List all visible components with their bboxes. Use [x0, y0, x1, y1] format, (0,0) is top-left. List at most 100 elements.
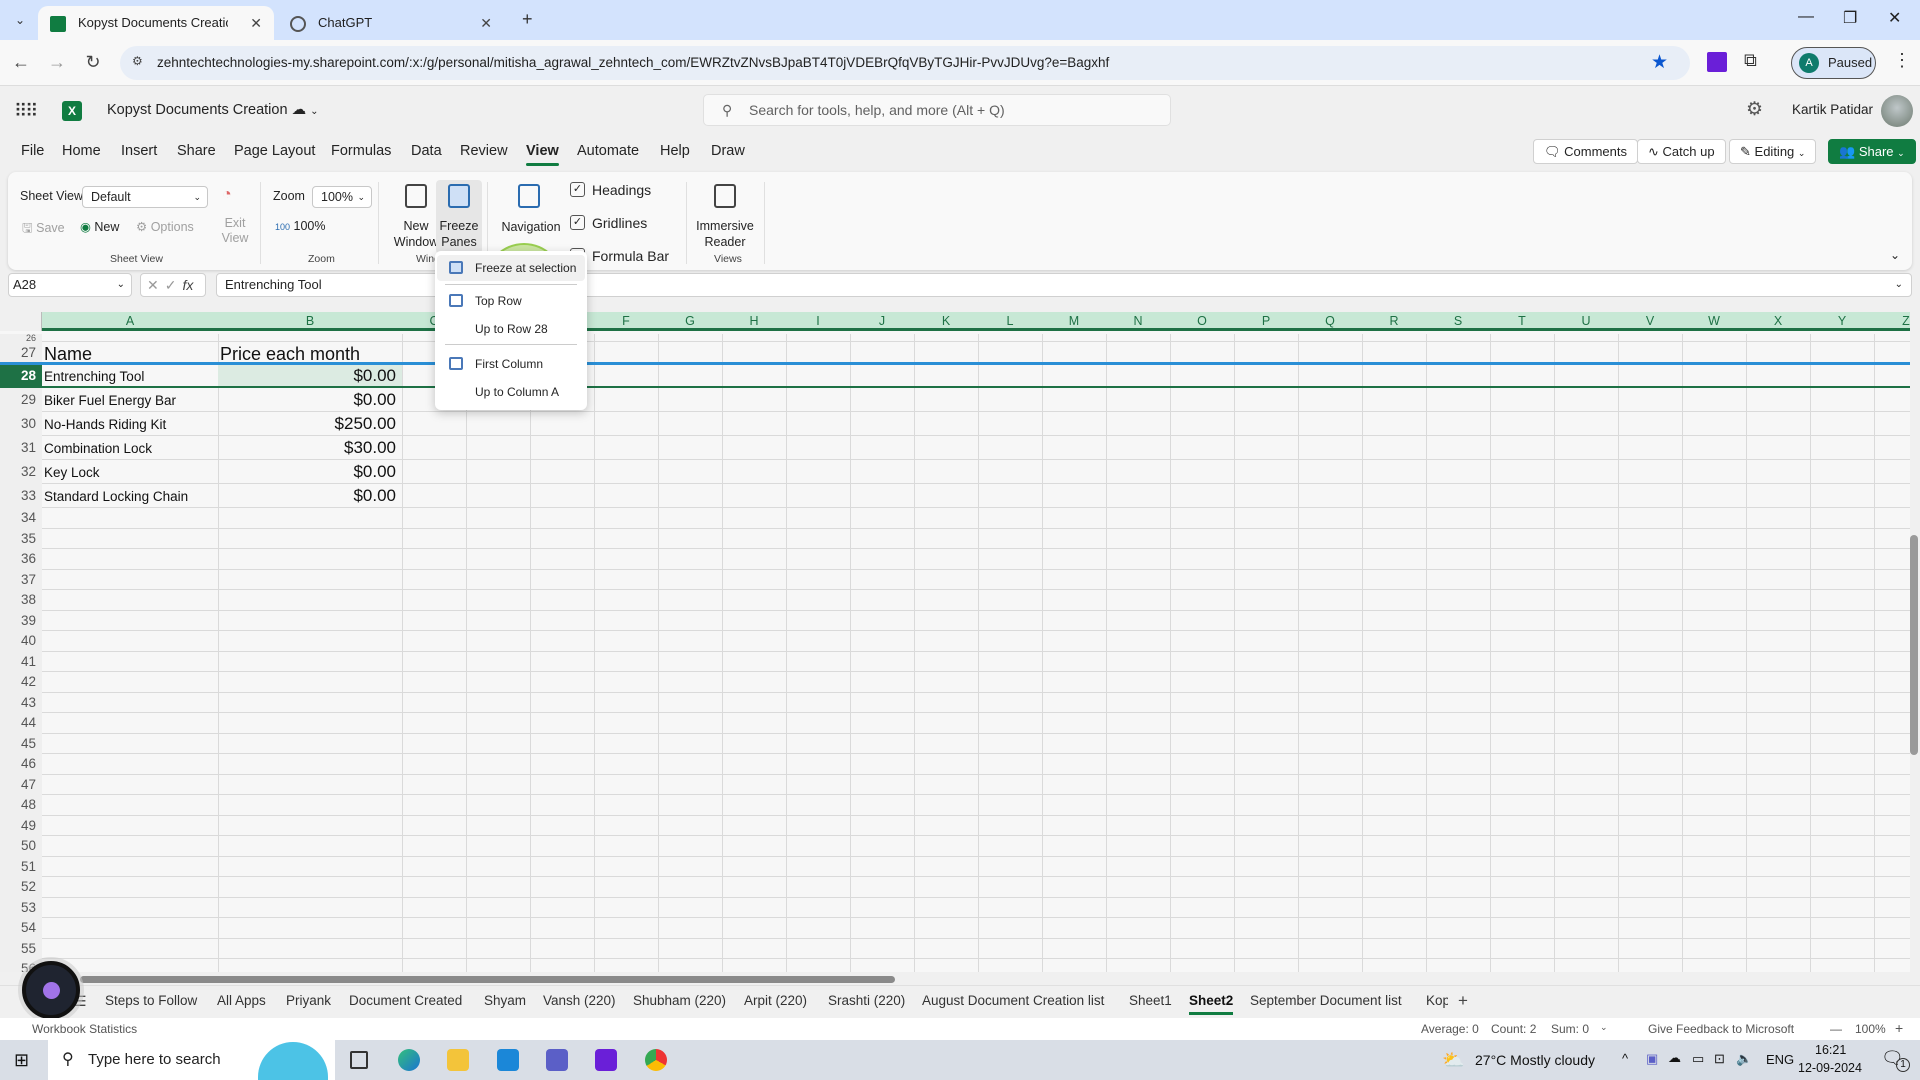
cell-price[interactable]: $0.00 [220, 462, 396, 482]
extension-icon[interactable] [1707, 52, 1727, 72]
row-header-30[interactable]: 30 [0, 412, 42, 436]
task-view-icon[interactable] [350, 1051, 368, 1069]
row-header-36[interactable]: 36 [0, 549, 42, 570]
gridlines-checkbox[interactable]: ✓ [570, 215, 585, 230]
cell-price[interactable]: $30.00 [220, 438, 396, 458]
file-explorer-icon[interactable] [447, 1049, 469, 1071]
app-launcher-icon[interactable]: ⠿⠿ [14, 101, 38, 122]
zoom-out-button[interactable]: — [1830, 1022, 1842, 1036]
taskbar-search-input[interactable]: ⚲ Type here to search [48, 1040, 335, 1080]
user-avatar[interactable] [1881, 95, 1913, 127]
sheet-tab[interactable]: Vansh (220) [543, 993, 616, 1008]
new-view-button[interactable]: ◉ New [80, 219, 119, 234]
sheet-tab[interactable]: Shubham (220) [633, 993, 726, 1008]
weather-text[interactable]: 27°C Mostly cloudy [1475, 1052, 1595, 1068]
cell-name[interactable]: Standard Locking Chain [44, 489, 188, 504]
document-title[interactable]: Kopyst Documents Creation ☁ ⌄ [107, 102, 318, 118]
column-header-f[interactable]: F [594, 314, 658, 328]
column-header-z[interactable]: Z [1874, 314, 1910, 328]
bookmark-star-icon[interactable]: ★ [1651, 51, 1668, 74]
row-header-42[interactable]: 42 [0, 672, 42, 693]
browser-tab-excel[interactable]: Kopyst Documents Creation.xlsx ✕ [38, 6, 274, 40]
sheet-tab[interactable]: Sheet1 [1129, 993, 1172, 1008]
meet-now-icon[interactable]: ▭ [1692, 1051, 1704, 1067]
exit-view-button[interactable]: Exit View [220, 216, 250, 246]
column-header-v[interactable]: V [1618, 314, 1682, 328]
row-header-41[interactable]: 41 [0, 651, 42, 672]
row-header-40[interactable]: 40 [0, 631, 42, 652]
expand-formula-bar-icon[interactable]: ⌄ [1895, 274, 1903, 296]
screen-recorder-widget[interactable] [22, 961, 80, 1019]
clock-time[interactable]: 16:21 [1815, 1043, 1846, 1057]
browser-tab-chatgpt[interactable]: ChatGPT ✕ [278, 6, 504, 40]
row-header-46[interactable]: 46 [0, 754, 42, 775]
cell-header-name[interactable]: Name [44, 344, 92, 365]
forward-icon[interactable]: → [46, 52, 68, 73]
row-header-51[interactable]: 51 [0, 856, 42, 877]
cell-price[interactable]: $0.00 [220, 486, 396, 506]
row-header-26[interactable]: 26 [0, 334, 42, 343]
cell-price[interactable]: $0.00 [220, 366, 396, 386]
row-header-48[interactable]: 48 [0, 795, 42, 816]
network-icon[interactable]: ⊡ [1714, 1051, 1725, 1067]
sheet-tab[interactable]: Steps to Follow [105, 993, 197, 1008]
teams-icon[interactable] [546, 1049, 568, 1071]
column-header-x[interactable]: X [1746, 314, 1810, 328]
menu-item-up-to-row[interactable]: Up to Row 28 [437, 317, 585, 341]
sheet-tab[interactable]: Srashti (220) [828, 993, 905, 1008]
column-header-t[interactable]: T [1490, 314, 1554, 328]
tab-help[interactable]: Help [660, 143, 690, 159]
row-header-29[interactable]: 29 [0, 388, 42, 412]
collapse-ribbon-icon[interactable]: ⌄ [1890, 248, 1900, 262]
status-zoom-level[interactable]: 100% [1855, 1022, 1886, 1036]
new-window-button[interactable]: New Window [391, 180, 441, 250]
row-header-54[interactable]: 54 [0, 918, 42, 939]
row-header-27[interactable]: 27 [0, 342, 42, 364]
column-header-h[interactable]: H [722, 314, 786, 328]
row-header-45[interactable]: 45 [0, 733, 42, 754]
site-settings-icon[interactable]: ⚙ [132, 54, 143, 68]
language-indicator[interactable]: ENG [1766, 1052, 1794, 1067]
tray-overflow-icon[interactable]: ^ [1622, 1051, 1628, 1066]
column-header-m[interactable]: M [1042, 314, 1106, 328]
windows-start-icon[interactable]: ⊞ [14, 1050, 29, 1071]
spreadsheet-grid[interactable]: ABCDEFGHIJKLMNOPQRSTUVWXYZ 2627282930313… [0, 312, 1910, 972]
onedrive-icon[interactable]: ☁ [1668, 1050, 1681, 1066]
row-header-47[interactable]: 47 [0, 774, 42, 795]
column-header-k[interactable]: K [914, 314, 978, 328]
column-header-i[interactable]: I [786, 314, 850, 328]
cell-name[interactable]: Combination Lock [44, 441, 152, 456]
tab-formulas[interactable]: Formulas [331, 143, 391, 159]
chrome-icon[interactable] [645, 1049, 667, 1071]
column-header-u[interactable]: U [1554, 314, 1618, 328]
view-options-button[interactable]: ⚙ Options [136, 219, 194, 234]
feedback-link[interactable]: Give Feedback to Microsoft [1648, 1022, 1794, 1036]
extensions-puzzle-icon[interactable]: ⧉ [1744, 50, 1757, 71]
tab-page-layout[interactable]: Page Layout [234, 143, 315, 159]
row-header-53[interactable]: 53 [0, 897, 42, 918]
cell-name[interactable]: No-Hands Riding Kit [44, 417, 166, 432]
volume-icon[interactable]: 🔈 [1736, 1051, 1752, 1067]
row-header-52[interactable]: 52 [0, 877, 42, 898]
column-header-p[interactable]: P [1234, 314, 1298, 328]
catch-up-button[interactable]: ∿ Catch up [1637, 139, 1726, 164]
sheet-tab[interactable]: Priyank [286, 993, 331, 1008]
tab-view[interactable]: View [526, 143, 559, 166]
immersive-reader-button[interactable]: Immersive Reader [692, 180, 758, 250]
close-tab-icon[interactable]: ✕ [250, 6, 262, 40]
column-header-a[interactable]: A [42, 314, 218, 328]
cell-name[interactable]: Entrenching Tool [44, 369, 144, 384]
navigation-button[interactable]: Navigation [496, 180, 566, 250]
column-header-y[interactable]: Y [1810, 314, 1874, 328]
select-all-corner[interactable] [0, 312, 42, 331]
column-header-l[interactable]: L [978, 314, 1042, 328]
tab-draw[interactable]: Draw [711, 143, 745, 159]
close-window-icon[interactable]: ✕ [1888, 8, 1901, 28]
sheet-tab[interactable]: Document Created [349, 993, 462, 1008]
tab-share[interactable]: Share [177, 143, 216, 159]
chevron-down-icon[interactable]: ⌄ [1600, 1022, 1608, 1033]
tab-insert[interactable]: Insert [121, 143, 157, 159]
menu-item-top-row[interactable]: Top Row [437, 289, 585, 313]
row-header-32[interactable]: 32 [0, 460, 42, 484]
row-header-34[interactable]: 34 [0, 508, 42, 529]
